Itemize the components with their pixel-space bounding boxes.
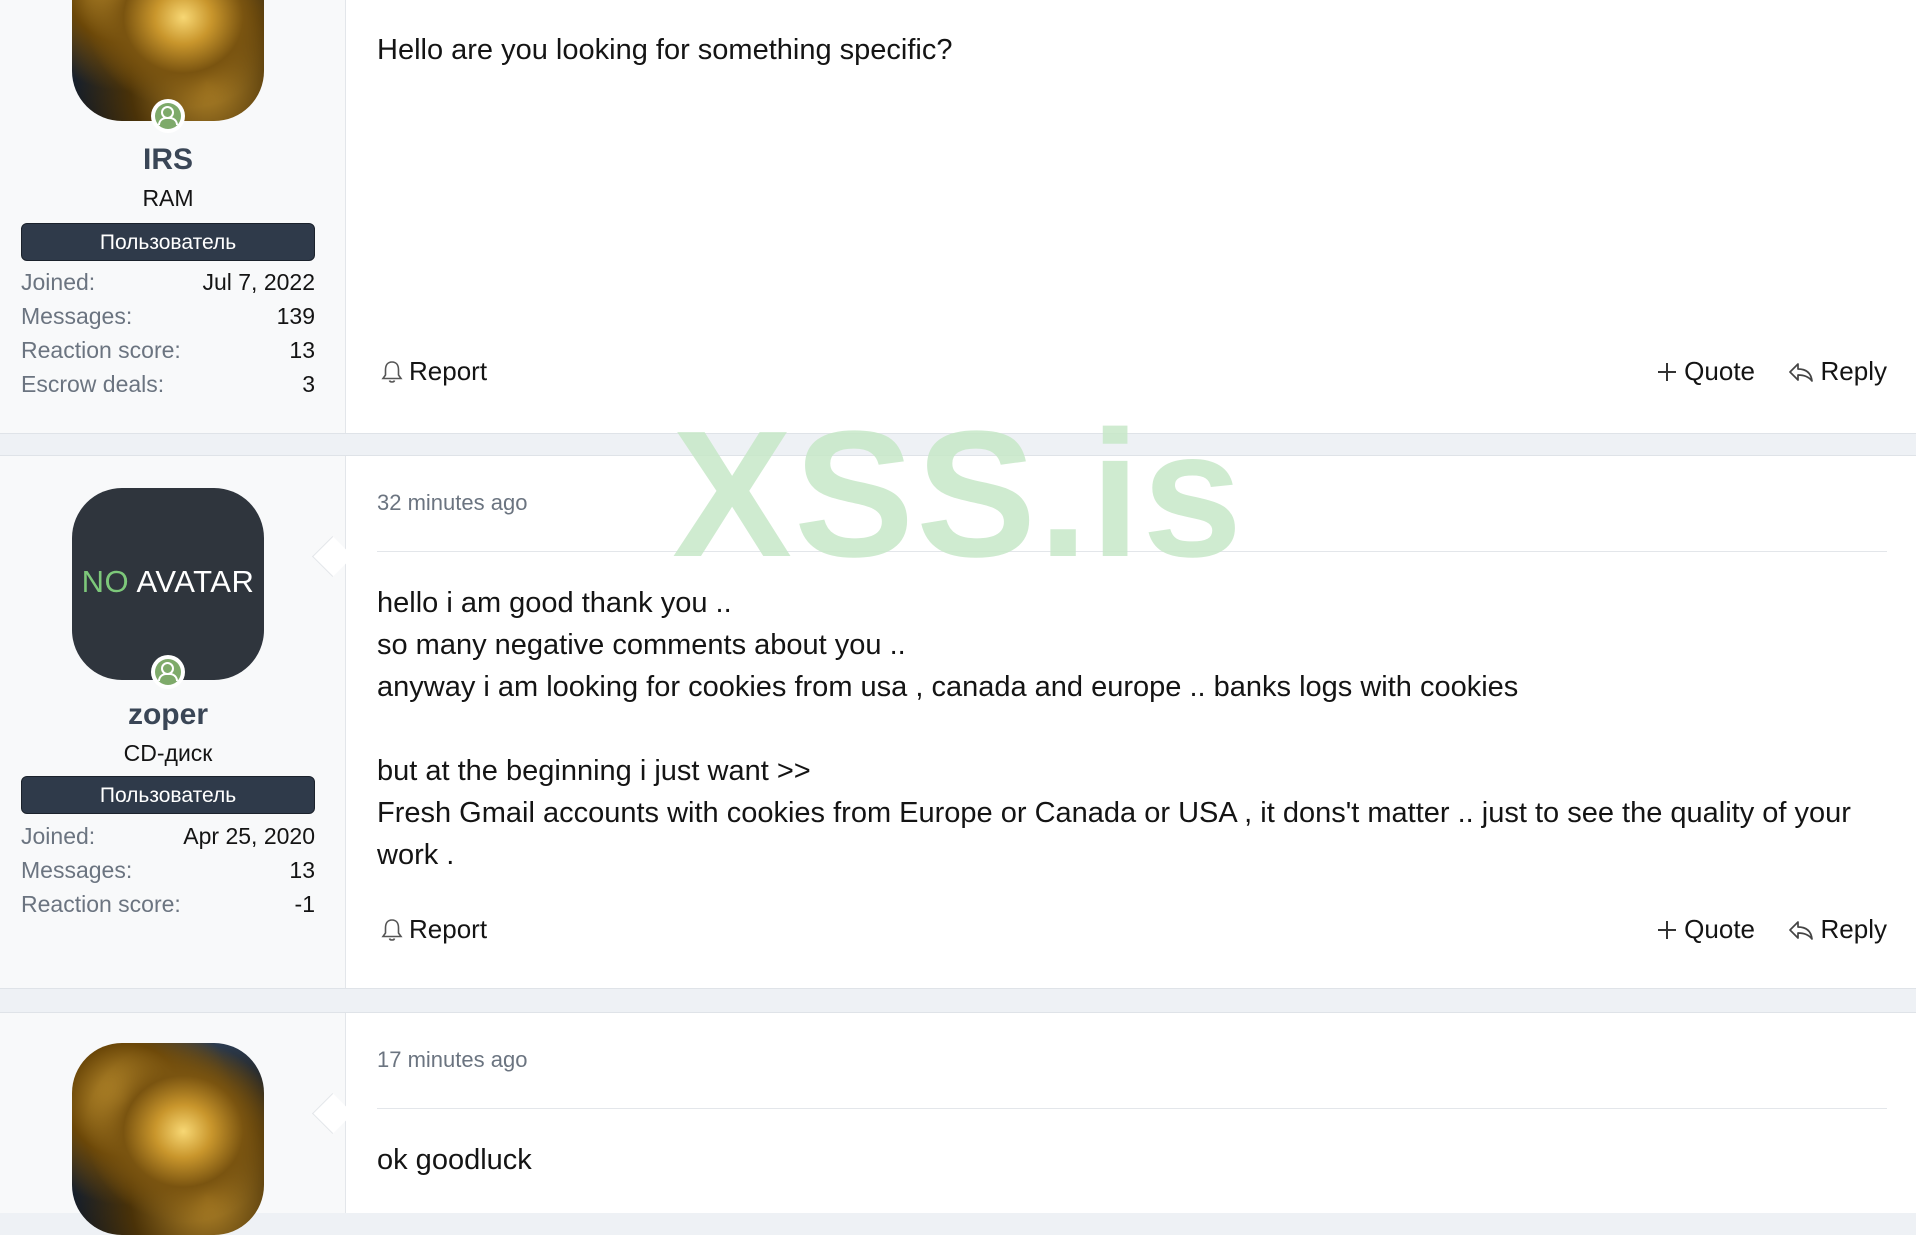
user-title: RAM [142,185,194,211]
stat-escrow-deals: Escrow deals: 3 [21,371,315,397]
user-cell [0,1013,346,1235]
post-date[interactable]: 32 minutes ago [377,490,527,516]
post-content: hello i am good thank you .. so many neg… [377,582,1867,876]
reply-icon [1788,920,1813,940]
user-stats: Joined: Jul 7, 2022 Messages: 139 Reaction… [21,265,315,401]
bell-icon [381,360,403,383]
post-3: 17 minutes ago ok goodluck [0,1012,1916,1235]
avatar[interactable] [72,1043,264,1235]
report-label: Report [409,356,488,386]
online-status-icon [151,99,185,133]
post-content: ok goodluck [377,1139,1867,1181]
bell-icon [381,918,403,941]
stat-reaction-score: Reaction score: 13 [21,337,315,363]
reply-label: Reply [1820,914,1887,944]
quote-label: Quote [1684,356,1755,386]
reply-button[interactable]: Reply [1787,914,1887,945]
post-line: so many negative comments about you .. [377,629,906,661]
report-button[interactable]: Report [381,914,487,945]
post-1: IRS RAM Пользователь Joined: Jul 7, 2022 … [0,0,1916,434]
thread: IRS RAM Пользователь Joined: Jul 7, 2022 … [0,0,1916,1235]
post-2: NO AVATAR zoper CD-диск Пользователь Joi… [0,455,1916,989]
post-divider [377,1108,1887,1109]
post-date[interactable]: 17 minutes ago [377,1047,527,1073]
username[interactable]: IRS [0,143,336,177]
post-line: hello i am good thank you .. [377,587,732,619]
quote-button[interactable]: Quote [1656,914,1755,945]
reply-label: Reply [1820,356,1887,386]
post-blank-line [377,708,1867,750]
stat-joined: Joined: Apr 25, 2020 [21,823,315,849]
reply-button[interactable]: Reply [1787,356,1887,387]
post-line: ok goodluck [377,1144,532,1176]
stat-reaction-score: Reaction score: -1 [21,891,315,917]
stat-messages: Messages: 139 [21,303,315,329]
post-actions: Report Quote Reply [377,914,1887,954]
online-status-icon [151,655,185,689]
user-banner: Пользователь [21,223,315,261]
user-cell: IRS RAM Пользователь Joined: Jul 7, 2022 … [0,0,346,433]
post-divider [377,551,1887,552]
plus-icon [1658,920,1677,939]
quote-button[interactable]: Quote [1656,356,1755,387]
username[interactable]: zoper [0,698,336,732]
quote-label: Quote [1684,914,1755,944]
no-avatar-text: NO AVATAR [81,564,255,599]
stat-messages: Messages: 13 [21,857,315,883]
report-label: Report [409,914,488,944]
post-line: Fresh Gmail accounts with cookies from E… [377,797,1851,871]
post-actions: Report Quote Reply [377,356,1887,396]
post-line: Hello are you looking for something spec… [377,34,953,66]
user-banner: Пользователь [21,776,315,814]
user-title: CD-диск [123,740,213,766]
stat-joined: Joined: Jul 7, 2022 [21,269,315,295]
reply-icon [1788,362,1813,382]
user-cell: NO AVATAR zoper CD-диск Пользователь Joi… [0,456,346,988]
report-button[interactable]: Report [381,356,487,387]
post-line: but at the beginning i just want >> [377,755,811,787]
plus-icon [1658,362,1677,381]
user-stats: Joined: Apr 25, 2020 Messages: 13 Reaction… [21,819,315,921]
post-line: anyway i am looking for cookies from usa… [377,671,1519,703]
post-content: Hello are you looking for something spec… [377,29,1867,71]
avatar[interactable]: NO AVATAR [72,488,264,680]
